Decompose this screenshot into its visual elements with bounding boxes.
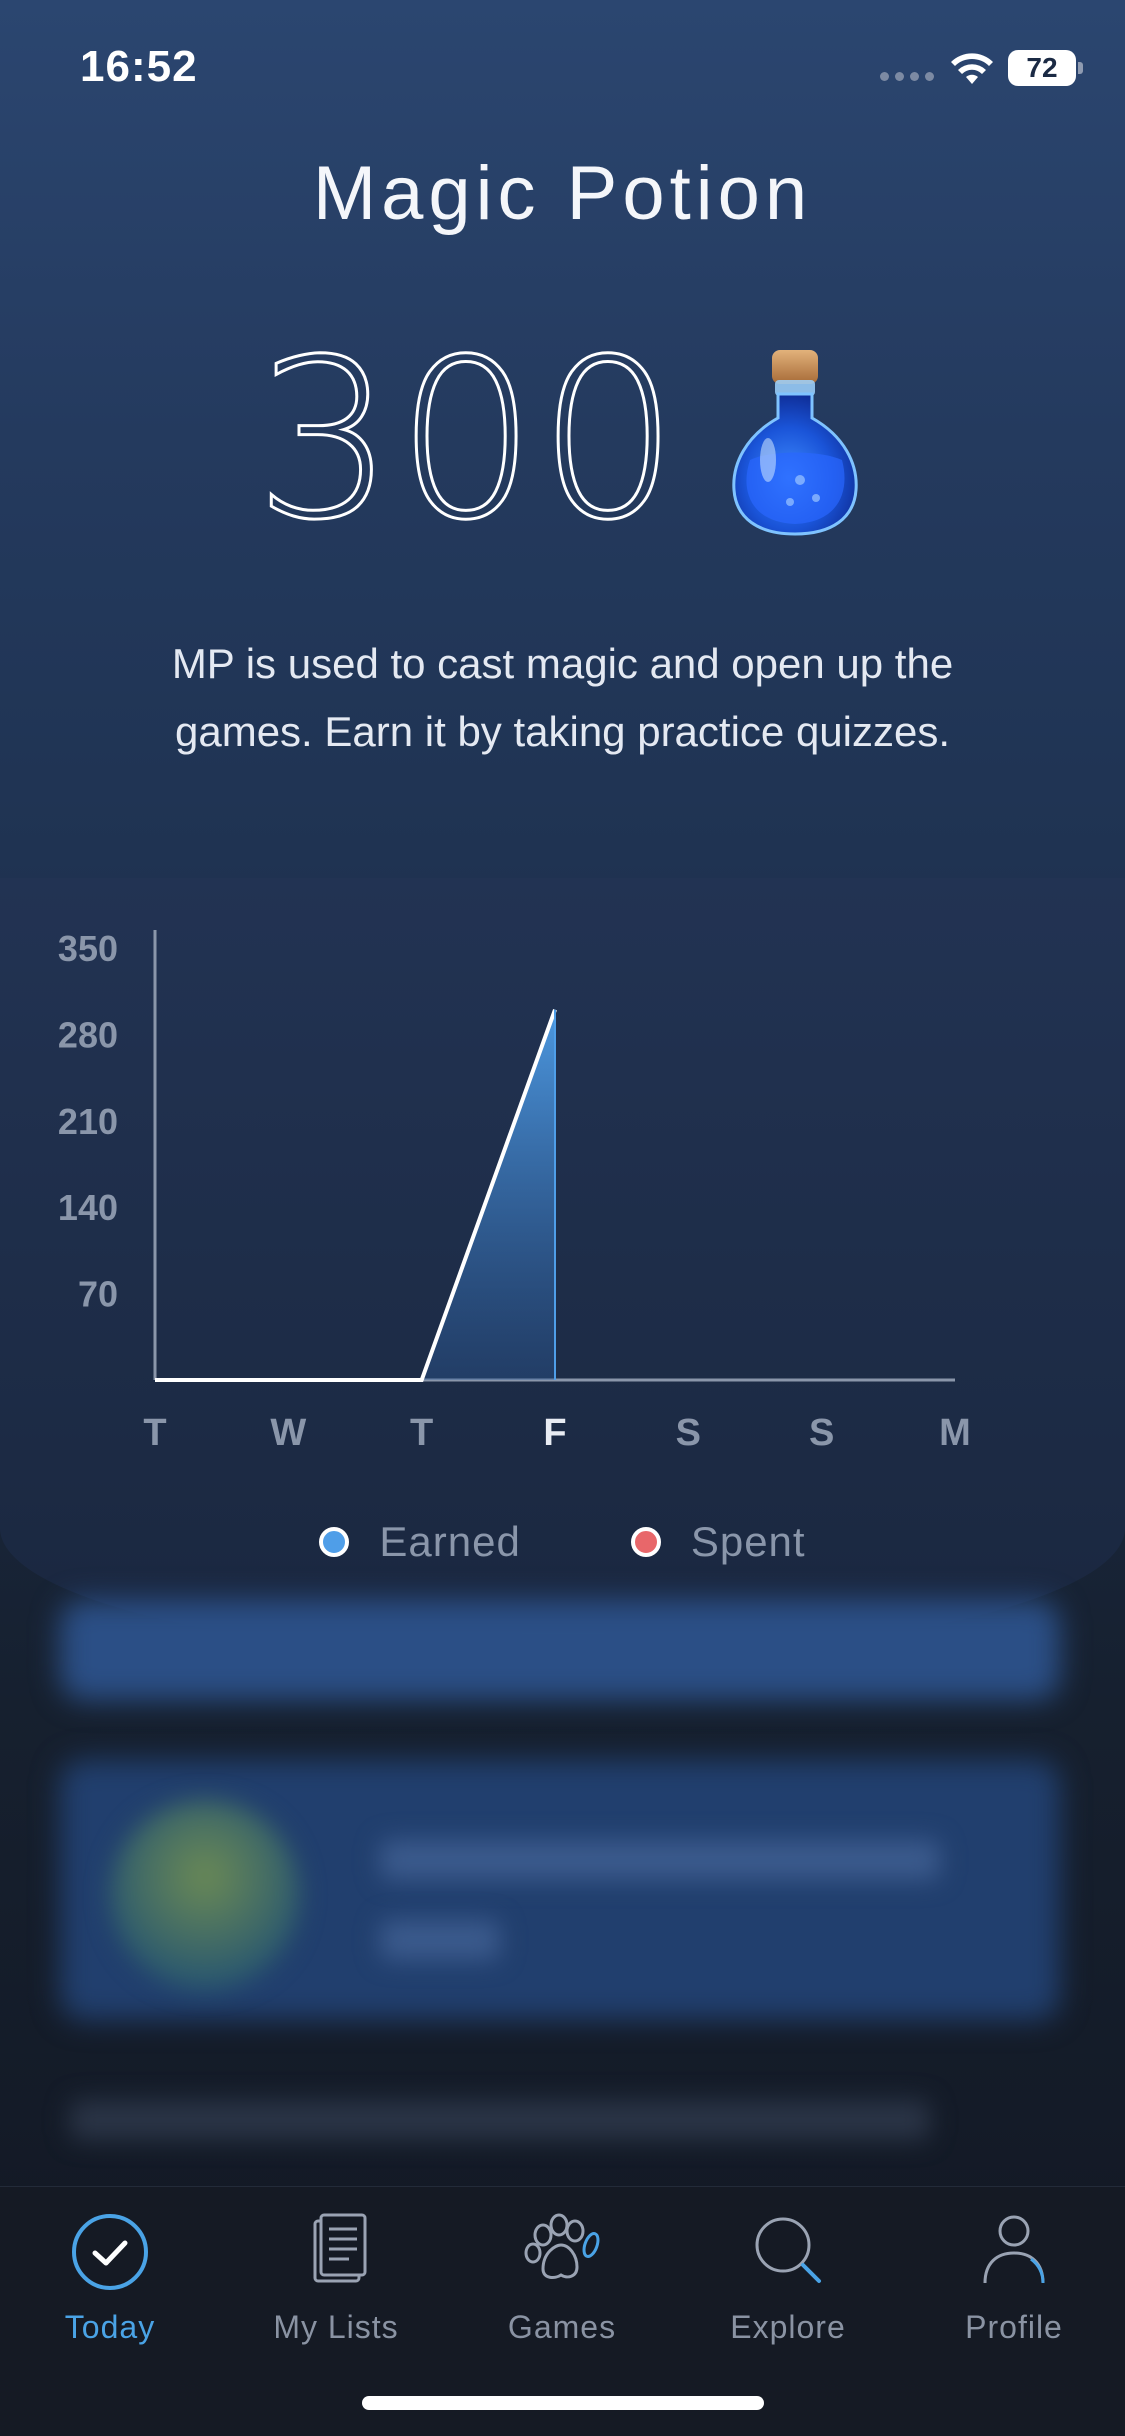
y-tick-label: 70 — [78, 1274, 118, 1315]
blurred-text — [380, 1840, 940, 1880]
lists-icon — [313, 2213, 367, 2283]
mp-chart-panel: 70 140 210 280 350 T W T F S S M Earned Spent — [0, 878, 1125, 1658]
blurred-image — [110, 1800, 300, 1990]
legend-spent-label: Spent — [690, 1518, 806, 1565]
potion-balance: 300 — [0, 320, 1125, 560]
magic-potion-screen: 16:52 72 Magic Potion 300 MP is used to … — [0, 0, 1125, 2436]
y-tick-label: 140 — [58, 1187, 118, 1228]
blurred-text — [70, 2100, 930, 2140]
y-tick-label: 210 — [58, 1101, 118, 1142]
tab-profile-label: Profile — [965, 2309, 1063, 2345]
status-bar: 16:52 72 — [0, 0, 1125, 140]
x-tick-label: T — [143, 1412, 166, 1454]
battery-icon: 72 — [1008, 50, 1076, 86]
tab-my-lists-label: My Lists — [273, 2309, 399, 2345]
potion-amount: 300 — [253, 312, 681, 568]
tab-games[interactable]: Games — [462, 2207, 662, 2357]
tab-my-lists[interactable]: My Lists — [236, 2207, 436, 2357]
y-tick-label: 350 — [58, 928, 118, 969]
chart-legend: Earned Spent — [0, 1518, 1125, 1566]
y-tick-label: 280 — [58, 1014, 118, 1055]
home-indicator — [362, 2396, 764, 2410]
wifi-icon — [951, 53, 993, 84]
x-tick-label: S — [676, 1412, 701, 1454]
tab-games-label: Games — [507, 2309, 617, 2345]
legend-earned-label: Earned — [379, 1518, 521, 1565]
earned-dot — [319, 1527, 350, 1557]
blurred-text — [380, 1920, 500, 1960]
x-tick-label: F — [543, 1412, 566, 1454]
cellular-signal-icon — [880, 72, 934, 81]
tab-explore-label: Explore — [730, 2309, 846, 2345]
status-time: 16:52 — [80, 42, 198, 91]
x-tick-label: T — [410, 1412, 433, 1454]
legend-spent: Spent — [630, 1518, 806, 1566]
paw-icon — [524, 2213, 600, 2279]
search-icon — [755, 2217, 821, 2283]
check-circle-icon — [72, 2214, 148, 2290]
blurred-card — [60, 1600, 1060, 1700]
x-tick-label: W — [270, 1412, 306, 1454]
tab-today-label: Today — [64, 2309, 156, 2345]
potion-icon — [732, 350, 859, 536]
battery-cap — [1078, 62, 1083, 74]
mp-chart: 70 140 210 280 350 T W T F S S M — [58, 928, 971, 1454]
tab-profile[interactable]: Profile — [914, 2207, 1114, 2357]
page-title: Magic Potion — [312, 151, 813, 236]
x-tick-label: M — [939, 1412, 971, 1454]
tab-explore[interactable]: Explore — [688, 2207, 888, 2357]
tab-today[interactable]: Today — [10, 2207, 210, 2357]
legend-earned: Earned — [319, 1518, 520, 1566]
spent-dot — [630, 1527, 661, 1557]
potion-description: MP is used to cast magic and open up the… — [171, 640, 954, 755]
x-tick-label: S — [809, 1412, 834, 1454]
person-icon — [983, 2215, 1045, 2284]
